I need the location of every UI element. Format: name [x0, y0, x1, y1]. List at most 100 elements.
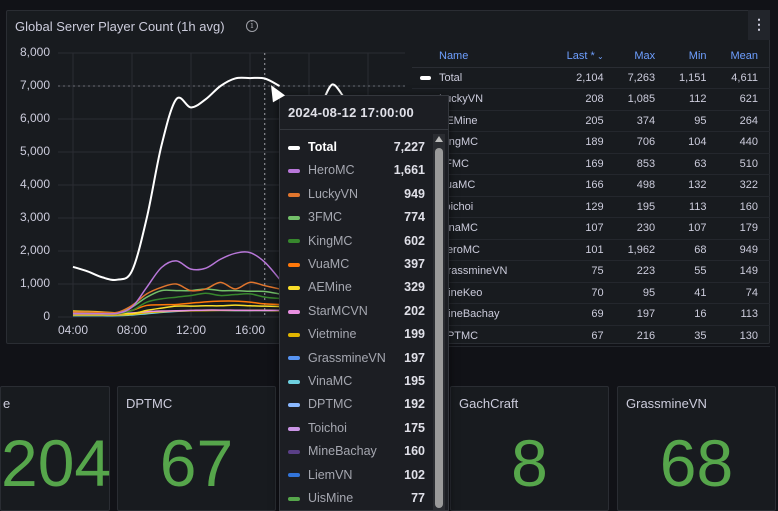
legend-min: 112 — [667, 88, 719, 111]
tooltip-series-name: LuckyVN — [308, 186, 359, 201]
legend-mean: 149 — [718, 260, 770, 283]
legend-row[interactable]: DPTMC 67 216 35 130 — [412, 325, 770, 347]
legend-row[interactable]: VuaMC 166 498 132 322 — [412, 174, 770, 197]
stat-panel: e 204 — [0, 386, 112, 511]
tooltip-row: Toichoi 175 — [288, 418, 425, 438]
col-min[interactable]: Min — [667, 46, 719, 68]
tooltip-series-value: 1,661 — [393, 163, 425, 178]
legend-row[interactable]: GrassmineVN 75 223 55 149 — [412, 260, 770, 283]
tooltip-series-value: 199 — [404, 327, 425, 342]
tooltip-row: DPTMC 192 — [288, 394, 425, 414]
col-last-label: Last * — [566, 50, 595, 63]
y-tick-label: 0 — [43, 309, 50, 323]
series-color-swatch — [288, 286, 300, 291]
legend-row[interactable]: LuckyVN 208 1,085 112 621 — [412, 88, 770, 111]
stat-panel-grassminevn: GrassmineVN 68 — [617, 386, 776, 511]
legend-row[interactable]: HeroMC 101 1,962 68 949 — [412, 239, 770, 261]
tooltip-series-value: 7,227 — [393, 140, 425, 154]
tooltip-scrollbar[interactable] — [433, 134, 445, 510]
col-last[interactable]: Last * ⌄ — [551, 46, 616, 68]
legend-max: 230 — [615, 217, 668, 240]
tooltip-series-name: AEMine — [308, 280, 352, 295]
tooltip-series-name: Toichoi — [308, 420, 347, 435]
legend-row[interactable]: KingMC 189 706 104 440 — [412, 131, 770, 154]
series-color-swatch — [288, 473, 300, 478]
legend-mean: 264 — [718, 110, 770, 132]
legend-min: 16 — [667, 303, 719, 326]
scrollbar-thumb[interactable] — [435, 148, 443, 508]
legend-row[interactable]: AEMine 205 374 95 264 — [412, 110, 770, 132]
legend-max: 706 — [615, 131, 668, 154]
legend-min: 35 — [667, 325, 719, 347]
y-tick-label: 5,000 — [19, 144, 50, 158]
panel-menu-button[interactable]: ⋮ — [748, 10, 770, 40]
tooltip-series-value: 192 — [404, 397, 425, 412]
tooltip-series-name: 3FMC — [308, 210, 343, 225]
series-color-swatch — [288, 379, 300, 384]
col-max[interactable]: Max — [615, 46, 668, 68]
legend-last: 208 — [551, 88, 616, 111]
tooltip-series-name: DPTMC — [308, 397, 353, 412]
tooltip-row: MineBachay 160 — [288, 441, 425, 461]
legend-last: 129 — [551, 196, 616, 218]
scroll-up-icon[interactable] — [435, 136, 443, 142]
legend-min: 41 — [667, 282, 719, 304]
divider — [280, 129, 448, 130]
tooltip-row: GrassmineVN 197 — [288, 348, 425, 368]
series-color-swatch — [288, 449, 300, 454]
stat-panel-gachcraft: GachCraft 8 — [450, 386, 609, 511]
tooltip-series-name: Total — [308, 140, 337, 154]
legend-row[interactable]: 3FMC 169 853 63 510 — [412, 153, 770, 175]
y-tick-label: 7,000 — [19, 78, 50, 92]
legend-last: 189 — [551, 131, 616, 154]
legend-row[interactable]: MineKeo 70 95 41 74 — [412, 282, 770, 304]
legend-last: 169 — [551, 153, 616, 175]
tooltip-series-name: HeroMC — [308, 163, 355, 178]
legend-row[interactable]: Total 2,104 7,263 1,151 4,611 — [412, 67, 770, 89]
info-circle-icon[interactable]: i — [246, 20, 258, 32]
legend-mean: 510 — [718, 153, 770, 175]
tooltip-series-value: 329 — [404, 280, 425, 295]
tooltip-series-value: 195 — [404, 374, 425, 388]
legend-min: 113 — [667, 196, 719, 218]
legend-min: 63 — [667, 153, 719, 175]
legend-max: 853 — [615, 153, 668, 175]
stat-title: GrassmineVN — [626, 396, 707, 411]
stat-value: 204 — [1, 426, 112, 500]
tooltip-row: VuaMC 397 — [288, 254, 425, 274]
x-tick-label: 12:00 — [175, 323, 207, 337]
col-name[interactable]: Name — [412, 46, 552, 68]
tooltip-series-value: 397 — [404, 257, 425, 271]
tooltip-row: LiemVN 102 — [288, 465, 425, 485]
legend-max: 498 — [615, 174, 668, 197]
tooltip-series-value: 160 — [404, 444, 425, 459]
y-tick-label: 1,000 — [19, 276, 50, 290]
tooltip-series-value: 77 — [411, 491, 425, 505]
tooltip-row: KingMC 602 — [288, 231, 425, 251]
series-color-swatch — [288, 426, 300, 431]
tooltip-series-value: 102 — [404, 467, 425, 482]
tooltip-series-name: Vietmine — [308, 327, 357, 342]
stat-title: GachCraft — [459, 396, 519, 411]
legend-last: 166 — [551, 174, 616, 197]
legend-row[interactable]: MineBachay 69 197 16 113 — [412, 303, 770, 326]
series-color-swatch — [288, 262, 300, 267]
legend-row[interactable]: VinaMC 107 230 107 179 — [412, 217, 770, 240]
legend-min: 68 — [667, 239, 719, 261]
tooltip-series-value: 202 — [404, 303, 425, 318]
series-color-swatch — [288, 356, 300, 361]
series-color-swatch — [288, 496, 300, 501]
tooltip-series-name: VinaMC — [308, 374, 353, 388]
legend-name-text: Total — [439, 71, 463, 84]
legend-name[interactable]: Total — [412, 67, 552, 89]
tooltip-row: 3FMC 774 — [288, 207, 425, 227]
series-color-swatch — [288, 192, 300, 197]
col-mean[interactable]: Mean — [718, 46, 770, 68]
legend-min: 104 — [667, 131, 719, 154]
chevron-down-icon: ⌄ — [594, 52, 604, 62]
legend-row[interactable]: Toichoi 129 195 113 160 — [412, 196, 770, 218]
legend-last: 101 — [551, 239, 616, 261]
tooltip-series-name: UisMine — [308, 491, 354, 505]
legend-last: 70 — [551, 282, 616, 304]
y-tick-label: 6,000 — [19, 111, 50, 125]
